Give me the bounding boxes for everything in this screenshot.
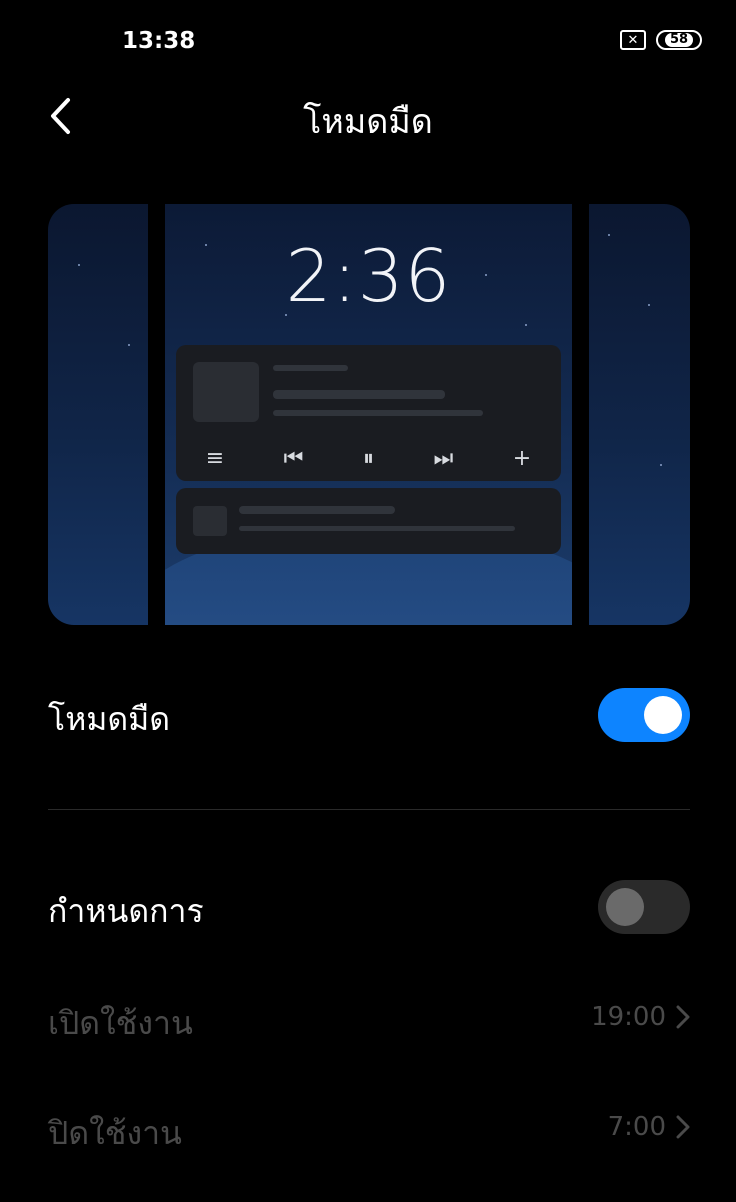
schedule-label: กำหนดการ xyxy=(48,892,204,930)
turn-on-value: 19:00 xyxy=(591,1002,690,1032)
album-art xyxy=(193,362,259,422)
toggle-knob xyxy=(606,888,644,926)
turn-on-label: เปิดใช้งาน xyxy=(48,1004,193,1042)
chevron-right-icon xyxy=(676,1115,690,1139)
dark-mode-label: โหมดมืด xyxy=(48,700,171,738)
battery-icon: 58 xyxy=(656,30,702,50)
turn-on-time: 19:00 xyxy=(591,1002,666,1032)
notification-card xyxy=(176,488,561,554)
plus-icon: + xyxy=(512,445,532,471)
turn-off-row[interactable]: ปิดใช้งาน 7:00 xyxy=(48,1104,690,1152)
dark-mode-toggle[interactable] xyxy=(598,688,690,742)
turn-off-time: 7:00 xyxy=(607,1112,666,1142)
page-title: โหมดมืด xyxy=(303,102,433,142)
next-icon: ⏭ xyxy=(433,445,454,471)
turn-on-row[interactable]: เปิดใช้งาน 19:00 xyxy=(48,994,690,1042)
turn-off-value: 7:00 xyxy=(608,1112,690,1142)
status-icons: ✕ 58 xyxy=(620,30,702,50)
status-bar: 13:38 ✕ 58 xyxy=(0,0,736,84)
divider xyxy=(48,809,690,810)
dark-mode-row[interactable]: โหมดมืด xyxy=(48,688,690,742)
list-icon: ≡ xyxy=(205,445,225,471)
pause-icon: ⏸ xyxy=(362,445,374,471)
phone-mockup: 2:36 ≡ ⏮ ⏸ ⏭ + xyxy=(148,204,589,625)
x-box-icon: ✕ xyxy=(620,30,646,50)
schedule-row[interactable]: กำหนดการ xyxy=(48,880,690,934)
schedule-toggle[interactable] xyxy=(598,880,690,934)
phone-screen: 2:36 ≡ ⏮ ⏸ ⏭ + xyxy=(165,204,572,625)
chevron-right-icon xyxy=(676,1005,690,1029)
battery-level: 58 xyxy=(664,33,694,47)
toggle-knob xyxy=(644,696,682,734)
turn-off-label: ปิดใช้งาน xyxy=(48,1114,182,1152)
dark-mode-preview: 2:36 ≡ ⏮ ⏸ ⏭ + xyxy=(48,204,690,625)
preview-clock: 2:36 xyxy=(285,234,452,318)
media-controls: ≡ ⏮ ⏸ ⏭ + xyxy=(176,435,561,481)
media-notification-card: ≡ ⏮ ⏸ ⏭ + xyxy=(176,345,561,481)
notification-thumb xyxy=(193,506,227,536)
status-time: 13:38 xyxy=(122,28,196,54)
header: โหมดมืด xyxy=(0,84,736,148)
previous-icon: ⏮ xyxy=(283,445,304,471)
